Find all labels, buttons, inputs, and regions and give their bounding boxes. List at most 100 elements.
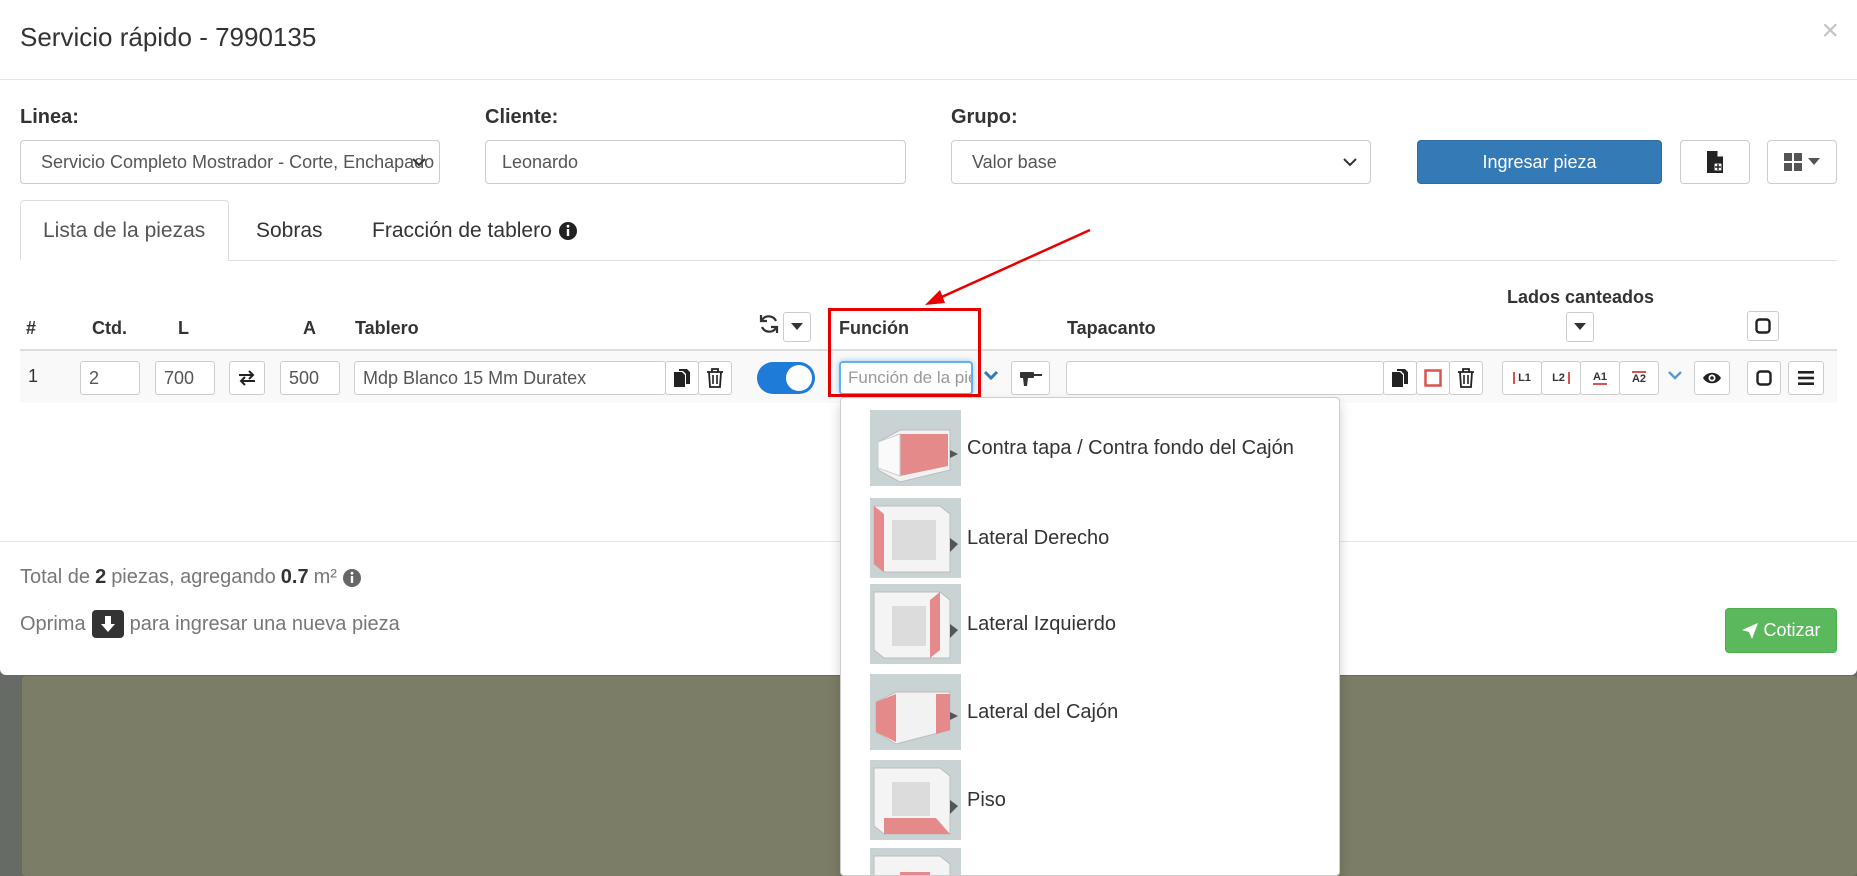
chevron-down-icon[interactable] <box>983 370 999 382</box>
ingresar-pieza-button[interactable]: Ingresar pieza <box>1417 140 1662 184</box>
chevron-down-icon[interactable] <box>1667 370 1683 382</box>
linea-value: Servicio Completo Mostrador - Corte, Enc… <box>41 151 435 172</box>
tapacanto-input[interactable] <box>1066 361 1384 395</box>
tablero-delete-button[interactable] <box>698 361 732 395</box>
copy-icon <box>674 369 690 387</box>
dropdown-option[interactable]: Lateral Derecho <box>870 498 1109 578</box>
square-icon <box>1755 318 1771 334</box>
partial-thumbnail <box>870 848 961 875</box>
grupo-value: Valor base <box>972 151 1057 172</box>
paper-plane-icon <box>1742 622 1759 639</box>
trash-icon <box>1458 368 1474 388</box>
l-input[interactable]: 700 <box>155 361 215 395</box>
ctd-input[interactable]: 2 <box>80 361 140 395</box>
chevron-down-icon <box>1343 158 1357 167</box>
grain-toggle[interactable] <box>757 362 815 394</box>
edge-a1-button[interactable]: A1 <box>1580 361 1620 395</box>
tab-label: Lista de la piezas <box>43 218 206 242</box>
right-side-thumbnail <box>870 498 961 578</box>
col-num: # <box>26 318 37 338</box>
col-tapacanto: Tapacanto <box>1067 318 1156 338</box>
col-l: L <box>178 318 189 338</box>
cliente-label: Cliente: <box>485 106 559 128</box>
swap-icon <box>239 370 255 386</box>
tab-fraccion-tablero[interactable]: Fracción de tablero <box>350 200 600 261</box>
dropdown-option[interactable]: Piso <box>870 760 1006 840</box>
total-area: 0.7 <box>280 566 309 588</box>
linea-select[interactable]: Servicio Completo Mostrador - Corte, Enc… <box>20 140 440 184</box>
total-summary: Total de 2 piezas, agregando 0.7 m² <box>20 566 362 589</box>
caret-down-icon <box>1574 323 1586 330</box>
edge-a1-label: A1 <box>1592 371 1608 385</box>
new-document-button[interactable] <box>1680 140 1750 184</box>
drill-icon <box>1019 372 1042 386</box>
caret-down-icon <box>791 323 803 330</box>
cliente-value: Leonardo <box>502 151 579 172</box>
dropdown-option[interactable]: Contra tapa / Contra fondo del Cajón <box>870 410 1294 486</box>
refresh-icon[interactable] <box>758 313 780 335</box>
edge-l1-button[interactable]: L1 <box>1502 361 1542 395</box>
grid-icon <box>1784 153 1802 171</box>
modal-header: Servicio rápido - 7990135 × <box>0 0 1857 80</box>
linea-label: Linea: <box>20 106 79 128</box>
tab-sobras[interactable]: Sobras <box>234 200 345 261</box>
view-options-button[interactable] <box>1767 140 1837 184</box>
caret-down-icon <box>1808 158 1820 165</box>
toggle-knob <box>786 365 812 391</box>
cotizar-label: Cotizar <box>1763 620 1821 640</box>
tablero-options-dropdown[interactable] <box>783 312 811 342</box>
menu-icon <box>1798 371 1814 385</box>
edge-a2-button[interactable]: A2 <box>1619 361 1659 395</box>
a-input[interactable]: 500 <box>280 361 340 395</box>
drill-button[interactable] <box>1011 361 1050 395</box>
dropdown-option[interactable]: Lateral del Cajón <box>870 674 1118 750</box>
drawer-side-thumbnail <box>870 674 961 750</box>
select-all-toggle[interactable] <box>1747 311 1779 341</box>
grupo-label: Grupo: <box>951 106 1018 128</box>
tablero-input[interactable]: Mdp Blanco 15 Mm Duratex <box>354 361 666 395</box>
close-icon[interactable]: × <box>1821 14 1839 48</box>
copy-icon <box>1392 369 1408 387</box>
total-unit: m² <box>313 566 337 588</box>
info-icon <box>342 568 361 587</box>
edge-a2-label: A2 <box>1631 371 1647 385</box>
file-icon <box>1707 151 1723 173</box>
tablero-copy-button[interactable] <box>665 361 699 395</box>
col-a: A <box>303 318 316 338</box>
row-menu-button[interactable] <box>1788 361 1824 395</box>
preview-button[interactable] <box>1694 361 1730 395</box>
info-icon <box>558 221 577 240</box>
hint-prefix: Oprima <box>20 612 86 635</box>
grupo-select[interactable]: Valor base <box>951 140 1371 184</box>
col-tablero: Tablero <box>355 318 419 338</box>
eye-icon <box>1703 372 1721 384</box>
swap-dimensions-button[interactable] <box>229 361 265 395</box>
modal-title: Servicio rápido - 7990135 <box>20 22 317 52</box>
option-label: Piso <box>967 788 1006 811</box>
option-label: Contra tapa / Contra fondo del Cajón <box>967 436 1294 459</box>
option-label: Lateral Derecho <box>967 526 1110 549</box>
tapacanto-color-button[interactable] <box>1416 361 1450 395</box>
arrow-down-key-icon <box>91 610 124 638</box>
red-square-icon <box>1424 369 1442 387</box>
dropdown-option[interactable] <box>870 848 967 875</box>
col-lados-canteados: Lados canteados <box>1507 287 1655 307</box>
cotizar-button[interactable]: Cotizar <box>1725 608 1837 653</box>
tapacanto-delete-button[interactable] <box>1449 361 1483 395</box>
col-ctd: Ctd. <box>92 318 127 338</box>
tapacanto-copy-button[interactable] <box>1383 361 1417 395</box>
total-prefix: Total de <box>20 566 91 588</box>
trash-icon <box>707 368 723 388</box>
dropdown-option[interactable]: Lateral Izquierdo <box>870 584 1116 664</box>
highlight-box <box>828 308 981 397</box>
lados-options-dropdown[interactable] <box>1566 312 1594 342</box>
left-side-thumbnail <box>870 584 961 664</box>
edge-l2-button[interactable]: L2 <box>1541 361 1581 395</box>
floor-thumbnail <box>870 760 961 840</box>
tab-lista-piezas[interactable]: Lista de la piezas <box>20 200 229 261</box>
edge-l2-label: L2 <box>1552 372 1570 384</box>
square-icon <box>1756 370 1772 386</box>
row-select-toggle[interactable] <box>1747 361 1781 395</box>
cliente-input[interactable]: Leonardo <box>485 140 906 184</box>
edge-l1-label: L1 <box>1513 372 1531 384</box>
